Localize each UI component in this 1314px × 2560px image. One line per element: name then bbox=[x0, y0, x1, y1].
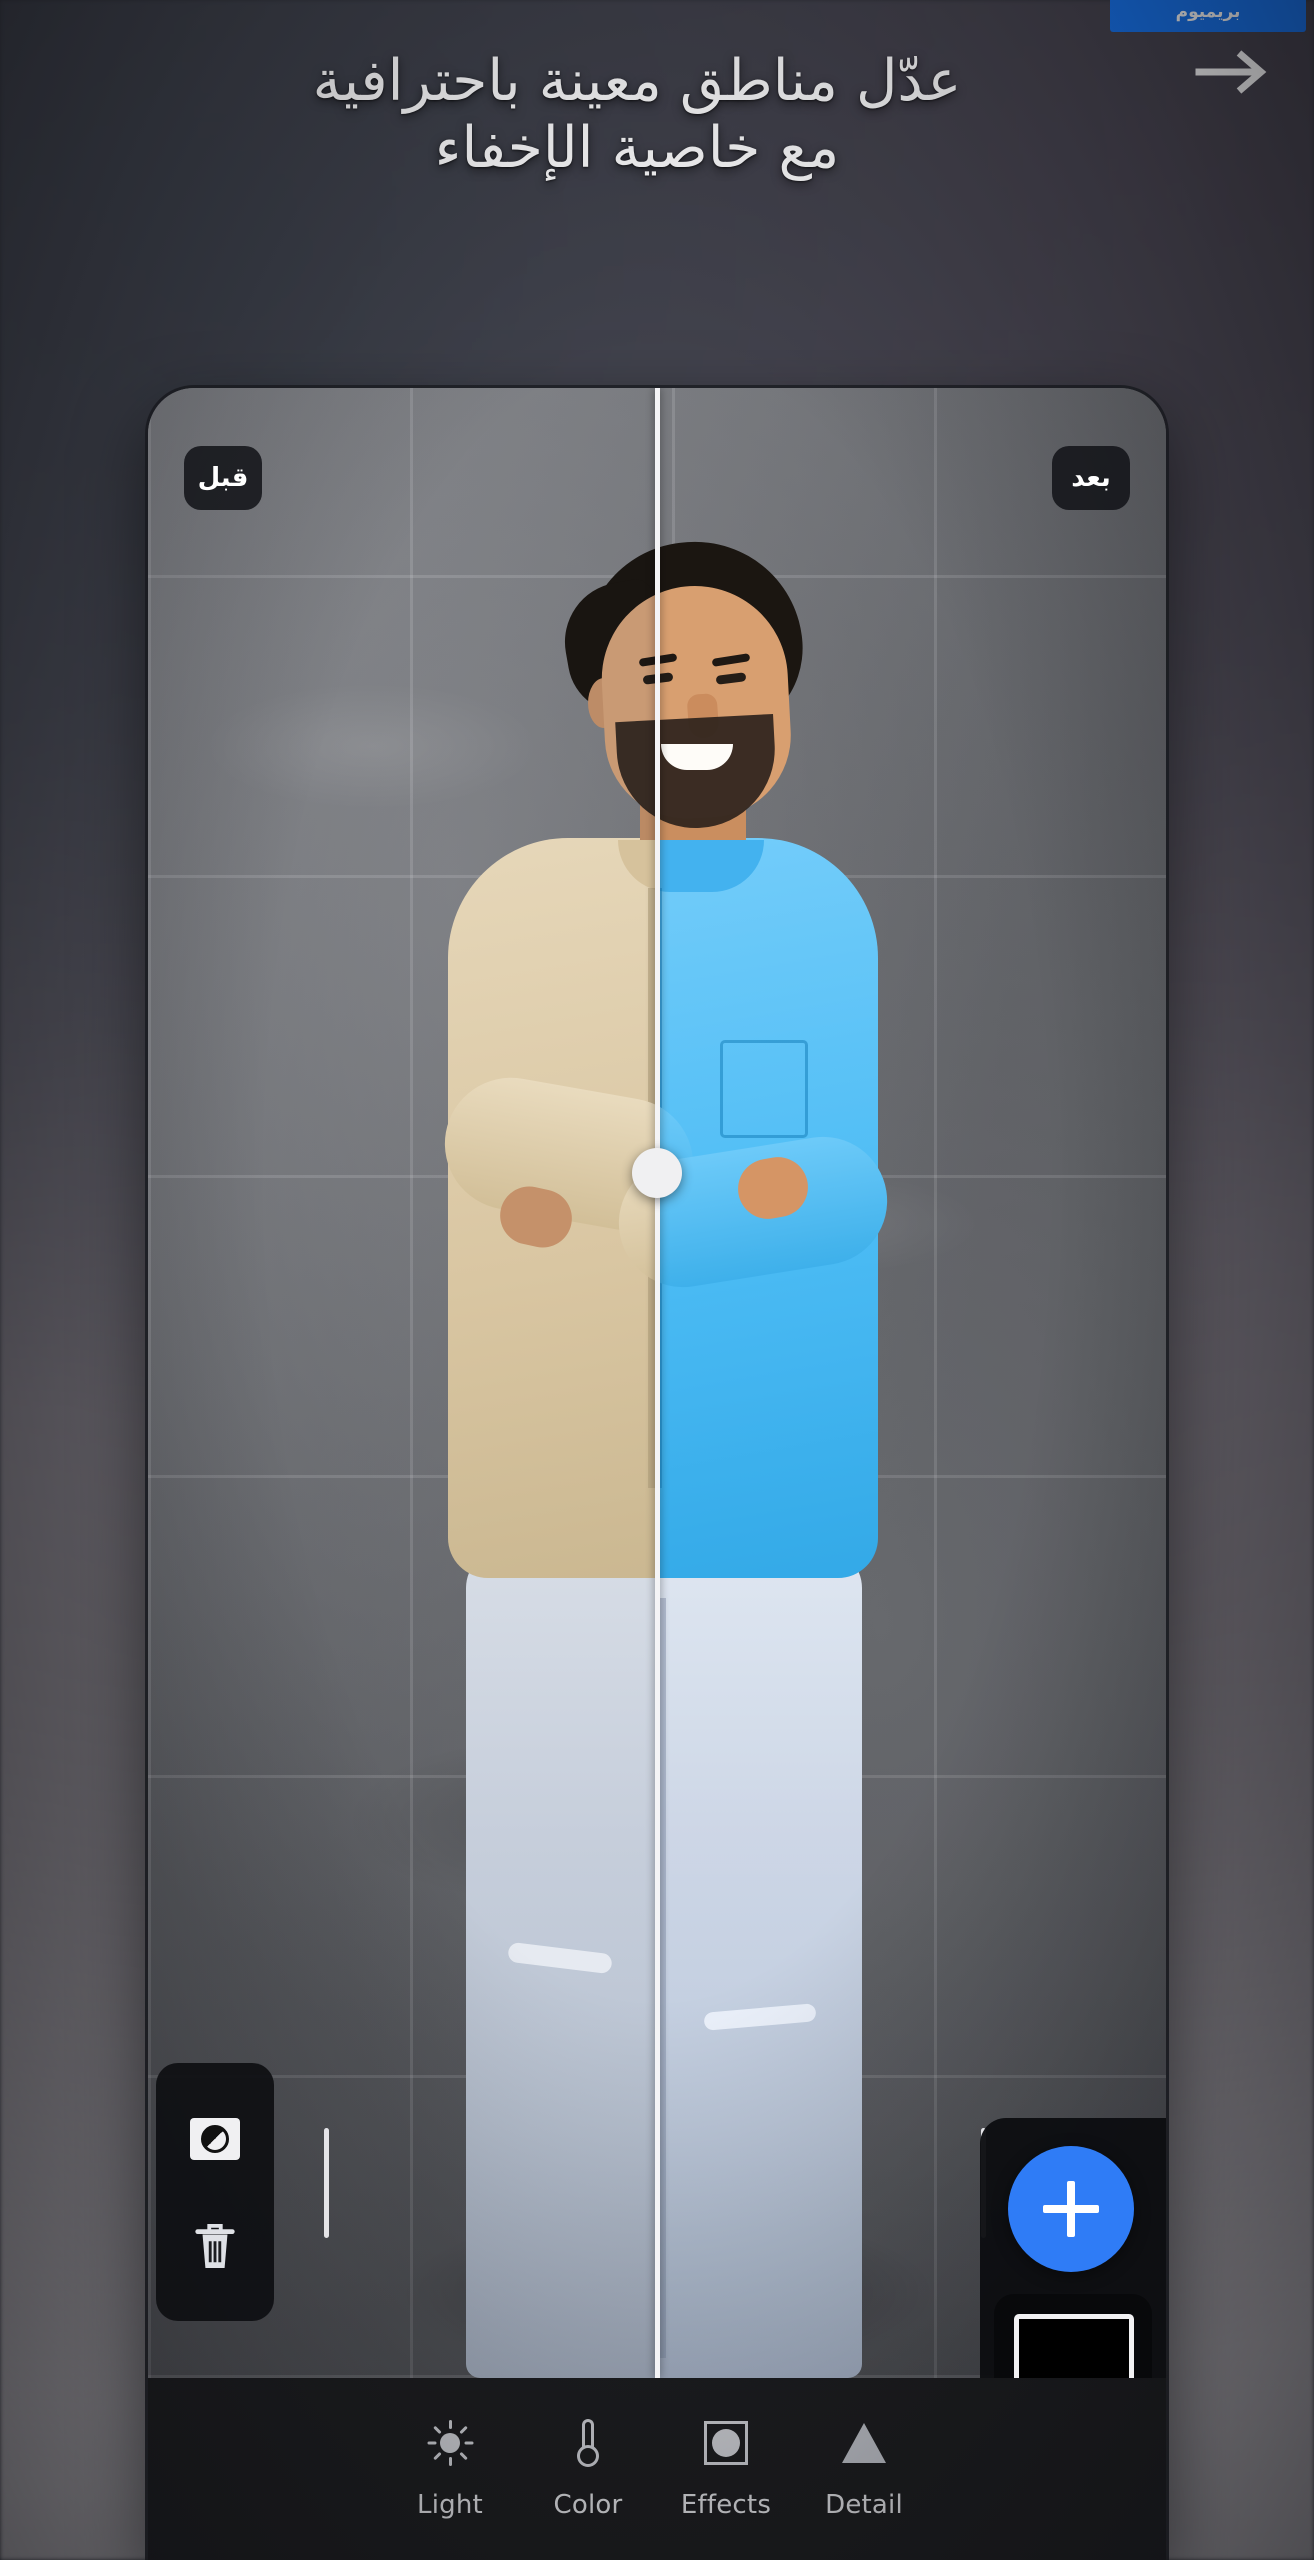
sun-icon bbox=[427, 2418, 473, 2468]
screen-root: بريميوم عدّل مناطق معينة باحترافية مع خا… bbox=[0, 0, 1314, 2560]
compare-split-line bbox=[655, 388, 660, 2378]
bottom-toolbar: Light Color Effects Detail bbox=[148, 2378, 1166, 2560]
after-badge-label: بعد bbox=[1071, 463, 1111, 493]
tab-detail-label: Detail bbox=[825, 2490, 903, 2520]
after-badge: بعد bbox=[1052, 446, 1130, 510]
after-half bbox=[657, 388, 1166, 2378]
thermometer-icon bbox=[574, 2418, 602, 2468]
page-title: عدّل مناطق معينة باحترافية مع خاصية الإخ… bbox=[0, 48, 1314, 181]
premium-badge[interactable]: بريميوم bbox=[1110, 0, 1306, 32]
circle-in-square-icon bbox=[704, 2418, 748, 2468]
tab-color-label: Color bbox=[553, 2490, 623, 2520]
mask-stack: ↪ + − bbox=[994, 2294, 1152, 2378]
tab-effects-label: Effects bbox=[680, 2490, 772, 2520]
tab-light-label: Light bbox=[417, 2490, 483, 2520]
before-badge-label: قبل bbox=[197, 463, 249, 493]
tab-color[interactable]: Color bbox=[519, 2418, 657, 2520]
mask-thumbnail[interactable] bbox=[1014, 2314, 1134, 2378]
headline-line-1: عدّل مناطق معينة باحترافية bbox=[312, 48, 962, 114]
tab-effects[interactable]: Effects bbox=[657, 2418, 795, 2520]
left-edge-tick bbox=[324, 2128, 329, 2238]
tab-detail[interactable]: Detail bbox=[795, 2418, 933, 2520]
tab-light[interactable]: Light bbox=[381, 2418, 519, 2520]
triangle-icon bbox=[842, 2418, 886, 2468]
compare-handle[interactable] bbox=[632, 1148, 682, 1198]
add-mask-button[interactable] bbox=[1008, 2146, 1134, 2272]
headline-line-2: مع خاصية الإخفاء bbox=[434, 114, 840, 181]
invert-mask-icon[interactable] bbox=[184, 2108, 246, 2170]
photo-canvas[interactable]: قبل بعد bbox=[148, 388, 1166, 2378]
trash-icon[interactable] bbox=[184, 2215, 246, 2277]
mask-layers-panel: ↪ + − bbox=[980, 2118, 1166, 2378]
plus-icon bbox=[1041, 2179, 1101, 2239]
premium-badge-label: بريميوم bbox=[1175, 2, 1241, 22]
mask-tools-panel bbox=[156, 2063, 274, 2321]
before-badge: قبل bbox=[184, 446, 262, 510]
phone-frame: قبل بعد Light Color Effects Detail bbox=[148, 388, 1166, 2560]
